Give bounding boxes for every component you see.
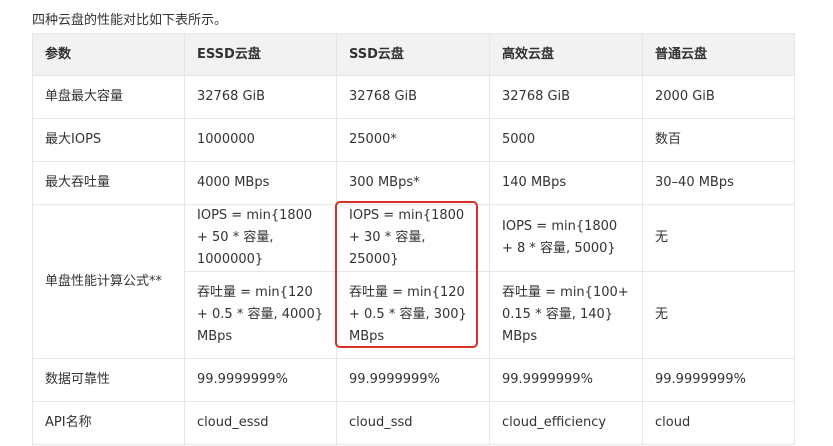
table-row: API名称 cloud_essd cloud_ssd cloud_efficie… [32,401,795,445]
header-basic: 普通云盘 [642,33,795,76]
table-cell: 140 MBps [489,161,643,205]
table-cell: 4000 MBps [184,161,337,205]
header-efficiency: 高效云盘 [489,33,643,76]
row-label: API名称 [32,401,185,445]
formula-iops-essd: IOPS = min{1800 + 50 * 容量, 1000000} [184,204,337,272]
table-cell: cloud [642,401,795,445]
row-label: 最大IOPS [32,118,185,162]
formula-iops-ssd: IOPS = min{1800 + 30 * 容量, 25000} [336,204,490,272]
formula-throughput-ssd: 吞吐量 = min{120 + 0.5 * 容量, 300} MBps [336,271,490,359]
table-cell: 300 MBps* [336,161,490,205]
formula-throughput-essd: 吞吐量 = min{120 + 0.5 * 容量, 4000} MBps [184,271,337,359]
table-row: 单盘最大容量 32768 GiB 32768 GiB 32768 GiB 200… [32,75,795,119]
row-label: 最大吞吐量 [32,161,185,205]
table-cell: 32768 GiB [184,75,337,119]
table-cell: 32768 GiB [336,75,490,119]
table-cell: 30–40 MBps [642,161,795,205]
table-cell: 99.9999999% [642,358,795,402]
table-cell: 99.9999999% [184,358,337,402]
header-essd: ESSD云盘 [184,33,337,76]
table-cell: cloud_efficiency [489,401,643,445]
header-param: 参数 [32,33,185,76]
table-row: 数据可靠性 99.9999999% 99.9999999% 99.9999999… [32,358,795,402]
table-cell: 数百 [642,118,795,162]
cloud-disk-performance-table: 参数 ESSD云盘 SSD云盘 高效云盘 普通云盘 单盘最大容量 32768 G… [32,33,795,445]
row-label: 单盘最大容量 [32,75,185,119]
table-cell: 5000 [489,118,643,162]
table-cell: 99.9999999% [489,358,643,402]
header-ssd: SSD云盘 [336,33,490,76]
intro-text: 四种云盘的性能对比如下表所示。 [32,13,228,28]
table-cell: 99.9999999% [336,358,490,402]
row-label: 数据可靠性 [32,358,185,402]
table-row-formula-iops: 单盘性能计算公式** IOPS = min{1800 + 50 * 容量, 10… [32,204,795,359]
table-cell: 32768 GiB [489,75,643,119]
formula-throughput-efficiency: 吞吐量 = min{100+ 0.15 * 容量, 140} MBps [489,271,643,359]
table-cell: cloud_ssd [336,401,490,445]
row-label-formula: 单盘性能计算公式** [32,204,185,359]
table-cell: 2000 GiB [642,75,795,119]
table-header-row: 参数 ESSD云盘 SSD云盘 高效云盘 普通云盘 [32,33,795,76]
formula-throughput-basic: 无 [642,271,795,359]
table-cell: 1000000 [184,118,337,162]
table-row: 最大IOPS 1000000 25000* 5000 数百 [32,118,795,162]
table-cell: cloud_essd [184,401,337,445]
formula-iops-efficiency: IOPS = min{1800 + 8 * 容量, 5000} [489,204,643,272]
table-row: 最大吞吐量 4000 MBps 300 MBps* 140 MBps 30–40… [32,161,795,205]
formula-iops-basic: 无 [642,204,795,272]
table-cell: 25000* [336,118,490,162]
